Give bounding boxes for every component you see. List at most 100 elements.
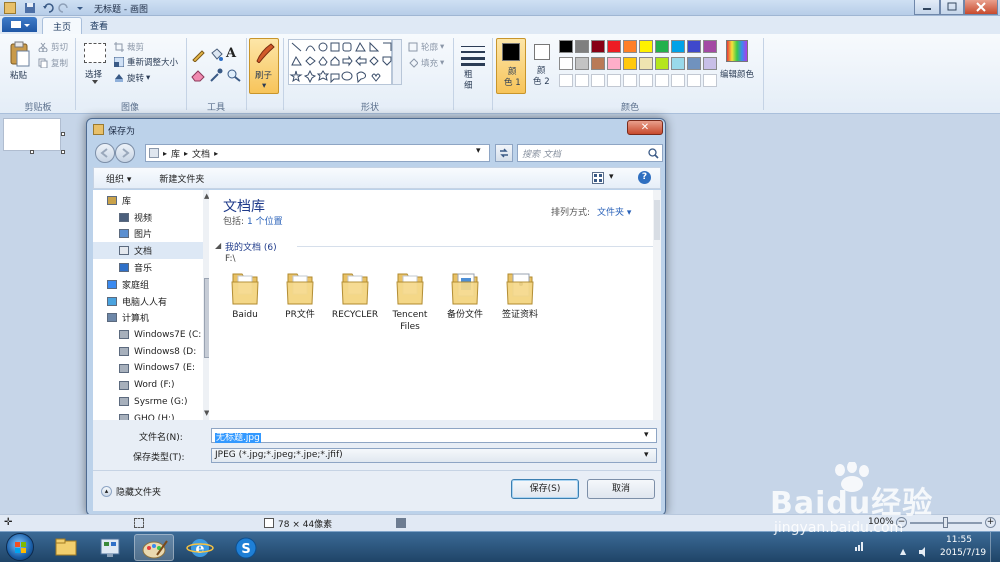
palette-swatch[interactable]: [623, 40, 637, 53]
search-input[interactable]: 搜索 文档: [517, 144, 663, 162]
nav-item[interactable]: 库: [93, 192, 203, 209]
group-collapse-icon[interactable]: ◢: [215, 241, 221, 250]
custom-color-slot[interactable]: [671, 74, 685, 87]
custom-color-slot[interactable]: [559, 74, 573, 87]
custom-color-slot[interactable]: [623, 74, 637, 87]
nav-item[interactable]: Windows7 (E:: [93, 360, 203, 377]
palette-swatch[interactable]: [639, 40, 653, 53]
help-icon[interactable]: ?: [638, 171, 651, 184]
custom-color-slot[interactable]: [639, 74, 653, 87]
palette-swatch[interactable]: [655, 57, 669, 70]
color2-button[interactable]: 颜 色 2: [530, 38, 556, 94]
drawing-canvas[interactable]: [3, 118, 61, 151]
resize-handle-corner[interactable]: [61, 150, 65, 154]
palette-swatch[interactable]: [671, 40, 685, 53]
sogou-taskbar-icon[interactable]: S: [226, 534, 266, 561]
nav-item[interactable]: Sysrme (G:): [93, 394, 203, 411]
palette-swatch[interactable]: [687, 57, 701, 70]
select-dropdown-icon[interactable]: [92, 80, 98, 84]
nav-item[interactable]: 电脑人人有: [93, 293, 203, 310]
new-folder-button[interactable]: 新建文件夹: [159, 172, 204, 185]
clock-date[interactable]: 2015/7/19: [940, 548, 986, 558]
nav-item[interactable]: 音乐: [93, 259, 203, 276]
palette-swatch[interactable]: [575, 40, 589, 53]
select-icon[interactable]: [84, 43, 106, 63]
cancel-button[interactable]: 取消: [587, 479, 655, 499]
folder-item[interactable]: 备份文件: [437, 270, 493, 321]
dialog-close-button[interactable]: ✕: [627, 120, 663, 135]
nav-item[interactable]: Windows8 (D:: [93, 343, 203, 360]
custom-color-slot[interactable]: [687, 74, 701, 87]
restore-button[interactable]: [940, 0, 964, 15]
palette-swatch[interactable]: [703, 57, 717, 70]
view-options-icon[interactable]: [592, 172, 604, 184]
show-desktop-button[interactable]: [990, 532, 1000, 562]
palette-swatch[interactable]: [591, 57, 605, 70]
cut-button[interactable]: 剪切: [38, 41, 68, 53]
pencil-icon[interactable]: [190, 48, 206, 62]
palette-swatch[interactable]: [591, 40, 605, 53]
paint-menu-button[interactable]: [2, 17, 37, 32]
zoom-in-button[interactable]: +: [985, 517, 996, 528]
save-icon[interactable]: [24, 2, 36, 14]
palette-swatch[interactable]: [703, 40, 717, 53]
resize-button[interactable]: 重新调整大小: [114, 56, 178, 68]
tab-view[interactable]: 查看: [80, 17, 118, 34]
palette-swatch[interactable]: [575, 57, 589, 70]
explorer-taskbar-icon[interactable]: [46, 534, 86, 561]
magnifier-icon[interactable]: [226, 68, 242, 82]
fill-bucket-icon[interactable]: [208, 48, 224, 62]
arrange-by-dropdown[interactable]: 文件夹 ▾: [597, 205, 631, 218]
paint-taskbar-icon[interactable]: [134, 534, 174, 561]
palette-swatch[interactable]: [671, 57, 685, 70]
breadcrumb-library[interactable]: 库: [171, 147, 180, 160]
network-tray-icon[interactable]: [854, 541, 864, 551]
nav-item[interactable]: 家庭组: [93, 276, 203, 293]
folder-item[interactable]: 签证资料: [492, 270, 548, 321]
folder-item[interactable]: RECYCLER: [327, 270, 383, 321]
custom-color-slot[interactable]: [703, 74, 717, 87]
palette-swatch[interactable]: [559, 57, 573, 70]
volume-tray-icon[interactable]: [918, 547, 928, 557]
filename-input[interactable]: 无标题.jpg ▾: [211, 428, 657, 443]
view-dropdown-icon[interactable]: ▾: [609, 172, 614, 182]
close-button[interactable]: [964, 0, 998, 15]
nav-item[interactable]: 文档: [93, 242, 203, 260]
shapes-gallery[interactable]: [288, 39, 392, 85]
paste-icon[interactable]: [8, 40, 32, 70]
zoom-slider-thumb[interactable]: [943, 517, 948, 528]
palette-swatch[interactable]: [639, 57, 653, 70]
organize-menu[interactable]: 组织 ▾: [106, 172, 131, 185]
includes-locations-link[interactable]: 1 个位置: [247, 214, 283, 227]
filetype-dropdown-icon[interactable]: ▾: [644, 450, 649, 460]
nav-item[interactable]: 视频: [93, 209, 203, 226]
shapes-scroll[interactable]: [392, 39, 402, 85]
folder-item[interactable]: Tencent Files: [382, 270, 438, 333]
palette-swatch[interactable]: [559, 40, 573, 53]
color-picker-icon[interactable]: [208, 68, 224, 82]
crop-button[interactable]: 裁剪: [114, 41, 144, 53]
file-list-scroll-thumb[interactable]: [654, 200, 660, 240]
nav-item[interactable]: Windows7E (C:: [93, 326, 203, 343]
edit-colors-button[interactable]: 编辑颜色: [720, 68, 754, 80]
tab-home[interactable]: 主页: [42, 17, 83, 34]
outline-button[interactable]: 轮廓 ▾: [408, 41, 444, 53]
resize-handle-bottom[interactable]: [30, 150, 34, 154]
palette-swatch[interactable]: [607, 40, 621, 53]
custom-color-slot[interactable]: [655, 74, 669, 87]
undo-icon[interactable]: [42, 2, 54, 14]
rotate-button[interactable]: 旋转 ▾: [114, 72, 150, 84]
filename-dropdown-icon[interactable]: ▾: [644, 430, 649, 440]
folder-item[interactable]: Baidu: [217, 270, 273, 321]
forward-button[interactable]: [115, 143, 135, 163]
palette-swatch[interactable]: [655, 40, 669, 53]
back-button[interactable]: [95, 143, 115, 163]
custom-color-slot[interactable]: [591, 74, 605, 87]
color1-button[interactable]: 颜 色 1: [496, 38, 526, 94]
nav-item[interactable]: 计算机: [93, 310, 203, 327]
custom-color-slot[interactable]: [575, 74, 589, 87]
palette-swatch[interactable]: [623, 57, 637, 70]
address-box[interactable]: ▸ 库 ▸ 文档 ▸ ▾: [145, 144, 490, 162]
clock-time[interactable]: 11:55: [946, 535, 972, 545]
address-dropdown-icon[interactable]: ▾: [476, 146, 481, 156]
